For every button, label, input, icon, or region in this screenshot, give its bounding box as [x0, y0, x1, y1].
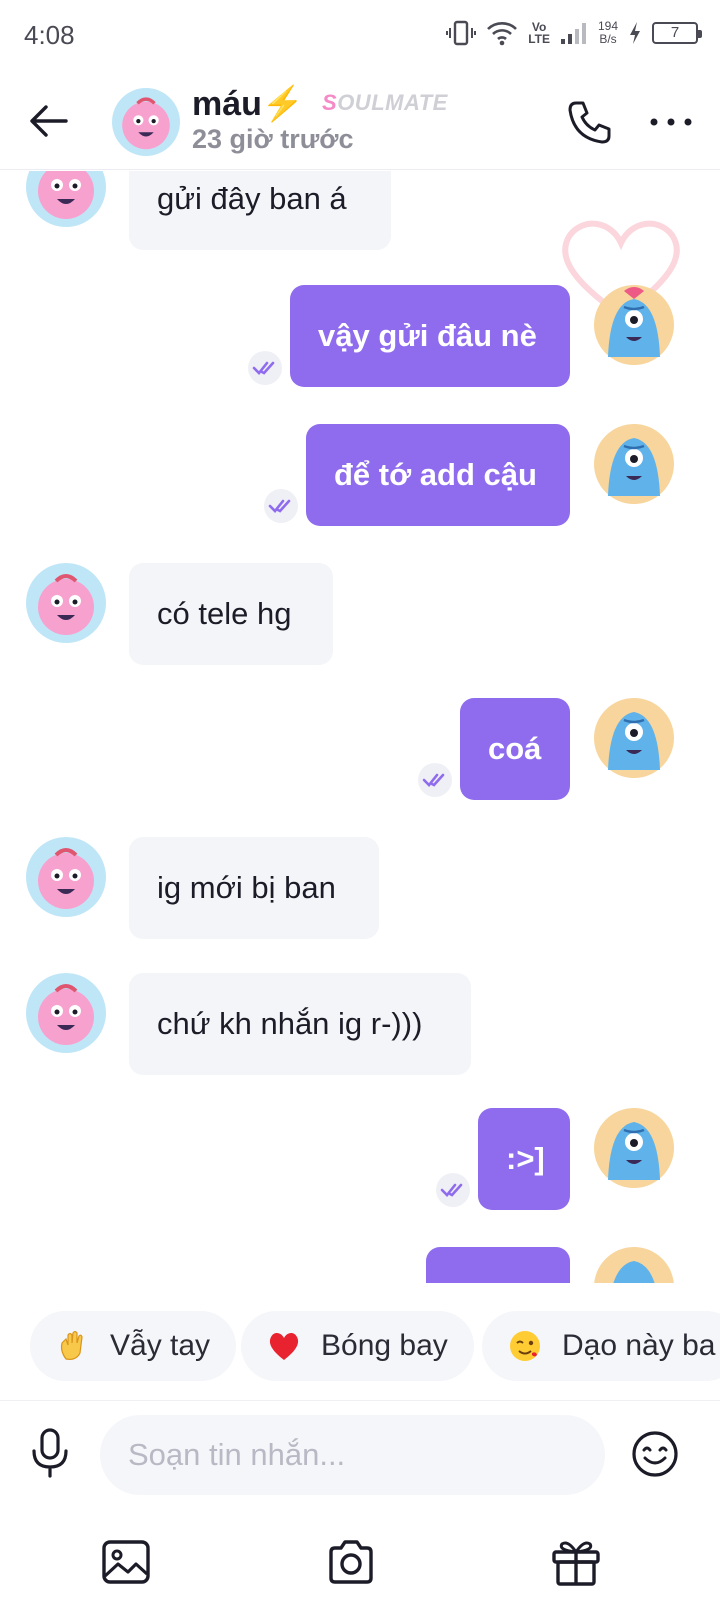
message-composer	[0, 1400, 720, 1520]
contact-name[interactable]: máu⚡	[192, 84, 304, 124]
contact-avatar[interactable]	[26, 563, 106, 643]
microphone-icon[interactable]	[26, 1427, 74, 1479]
charging-icon	[630, 22, 640, 44]
status-time: 4:08	[24, 20, 75, 50]
my-avatar[interactable]	[594, 285, 674, 365]
my-avatar[interactable]	[594, 424, 674, 504]
camera-icon[interactable]	[325, 1536, 377, 1588]
contact-avatar[interactable]	[26, 837, 106, 917]
battery-indicator: 7	[652, 22, 702, 44]
read-receipt-icon	[418, 763, 452, 797]
gift-icon[interactable]	[550, 1536, 602, 1588]
red-heart-icon	[269, 1332, 299, 1360]
read-receipt-icon	[436, 1173, 470, 1207]
incoming-message[interactable]: gửi đây ban á	[129, 171, 391, 250]
quick-reply-wave[interactable]: Vẫy tay	[30, 1311, 237, 1381]
outgoing-message-partial[interactable]	[426, 1247, 570, 1283]
outgoing-message[interactable]: :>]	[478, 1108, 570, 1210]
attachment-toolbar	[0, 1520, 720, 1612]
quick-reply-lately[interactable]: Dạo này ba	[482, 1311, 720, 1381]
outgoing-message[interactable]: coá	[460, 698, 570, 800]
read-receipt-icon	[264, 489, 298, 523]
message-input[interactable]	[100, 1415, 605, 1495]
last-seen-status: 23 giờ trước	[192, 124, 354, 154]
chat-header: máu⚡ SOULMATE 23 giờ trước	[0, 72, 720, 170]
more-options-icon[interactable]	[648, 102, 694, 142]
back-arrow-icon[interactable]	[26, 98, 72, 144]
network-speed: 194 B/s	[597, 19, 618, 46]
contact-avatar[interactable]	[26, 171, 106, 227]
my-avatar[interactable]	[594, 1247, 674, 1283]
incoming-message[interactable]: có tele hg	[129, 563, 333, 665]
wifi-icon	[487, 22, 518, 46]
winking-face-icon	[510, 1331, 540, 1361]
image-gallery-icon[interactable]	[100, 1536, 152, 1588]
phone-call-icon[interactable]	[566, 98, 614, 146]
quick-reply-balloon[interactable]: Bóng bay	[241, 1311, 474, 1381]
status-icons: Vo LTE 194 B/s 7	[446, 18, 702, 48]
vibrate-icon	[446, 20, 477, 46]
my-avatar[interactable]	[594, 1108, 674, 1188]
lightning-emoji: ⚡	[261, 85, 305, 123]
my-avatar[interactable]	[594, 698, 674, 778]
outgoing-message[interactable]: để tớ add cậu	[306, 424, 570, 526]
volte-indicator: Vo LTE	[528, 20, 550, 46]
contact-avatar[interactable]	[112, 88, 180, 156]
incoming-message[interactable]: ig mới bị ban	[129, 837, 379, 939]
contact-avatar[interactable]	[26, 973, 106, 1053]
incoming-message[interactable]: chứ kh nhắn ig r-)))	[129, 973, 471, 1075]
waving-hand-icon	[60, 1330, 83, 1360]
message-list[interactable]: gửi đây ban á vậy gửi đâu nè để tớ add c…	[0, 171, 720, 1283]
emoji-picker-icon[interactable]	[630, 1429, 680, 1479]
outgoing-message[interactable]: vậy gửi đâu nè	[290, 285, 570, 387]
read-receipt-icon	[248, 351, 282, 385]
signal-icon	[560, 23, 586, 44]
soulmate-badge: SOULMATE	[322, 90, 448, 115]
quick-reply-bar[interactable]: Vẫy tay Bóng bay Dạo này ba	[0, 1283, 720, 1395]
status-bar: 4:08 Vo LTE 194 B/s 7	[0, 0, 720, 72]
